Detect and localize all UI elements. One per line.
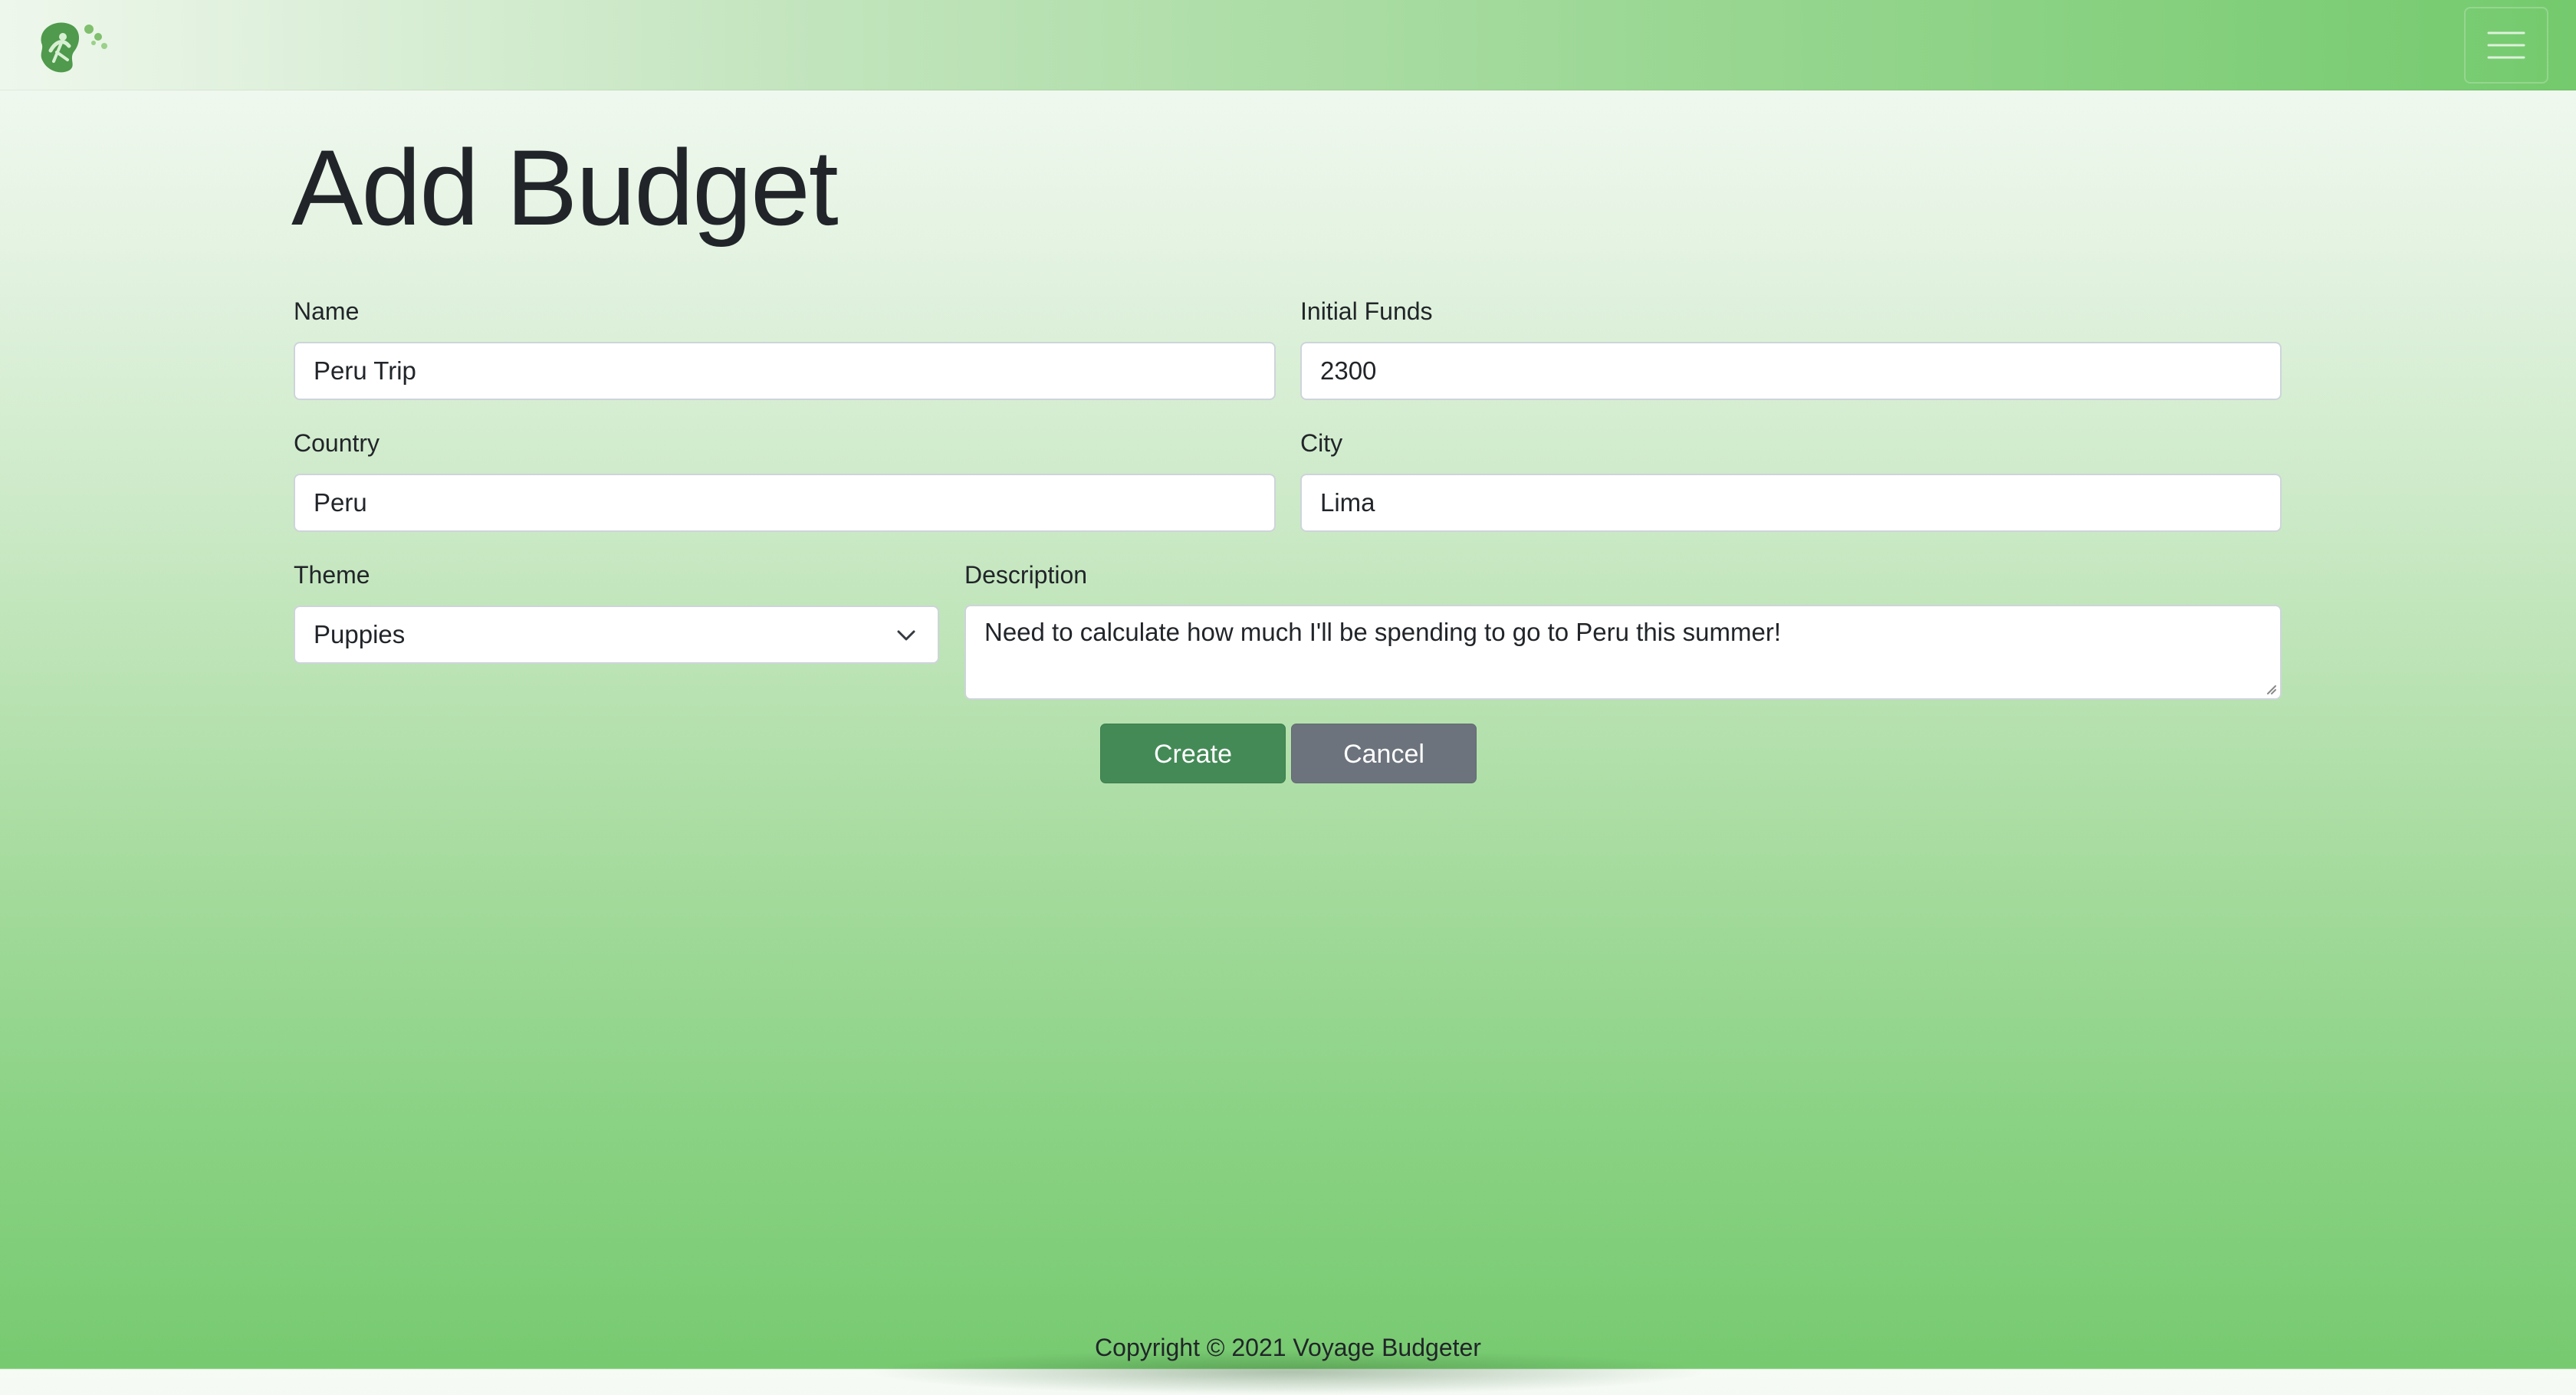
- theme-label: Theme: [294, 561, 370, 589]
- resize-handle-icon[interactable]: [2263, 681, 2277, 695]
- theme-selected-value: Puppies: [314, 620, 406, 648]
- theme-select[interactable]: Puppies: [294, 606, 939, 664]
- menu-toggle-button[interactable]: [2464, 7, 2548, 84]
- country-label: Country: [294, 429, 380, 457]
- create-button[interactable]: Create: [1100, 724, 1286, 783]
- page-title: Add Budget: [291, 127, 839, 248]
- description-text: Need to calculate how much I'll be spend…: [984, 618, 1782, 646]
- description-label: Description: [964, 561, 1088, 589]
- app-logo-icon[interactable]: [31, 17, 113, 75]
- name-label: Name: [294, 297, 360, 325]
- city-input[interactable]: Lima: [1300, 474, 2282, 532]
- initial-funds-input[interactable]: 2300: [1300, 342, 2282, 400]
- chevron-down-icon: [897, 630, 915, 641]
- footer-copyright: Copyright © 2021 Voyage Budgeter: [1095, 1334, 1481, 1361]
- country-input[interactable]: Peru: [294, 474, 1276, 532]
- name-input[interactable]: Peru Trip: [294, 342, 1276, 400]
- hamburger-menu-icon: [2487, 31, 2525, 59]
- description-textarea[interactable]: Need to calculate how much I'll be spend…: [964, 605, 2282, 700]
- top-navbar: [0, 0, 2576, 90]
- initial-funds-label: Initial Funds: [1300, 297, 1433, 325]
- cancel-button[interactable]: Cancel: [1291, 724, 1477, 783]
- city-label: City: [1300, 429, 1343, 457]
